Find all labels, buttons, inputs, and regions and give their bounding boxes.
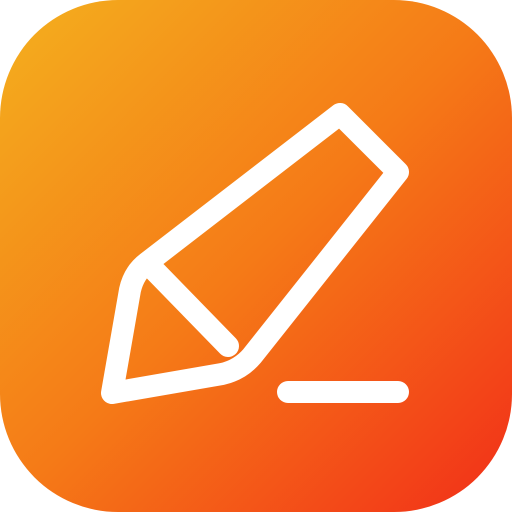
icon-background [0, 0, 512, 512]
app-icon[interactable] [0, 0, 512, 512]
canvas [0, 0, 512, 512]
